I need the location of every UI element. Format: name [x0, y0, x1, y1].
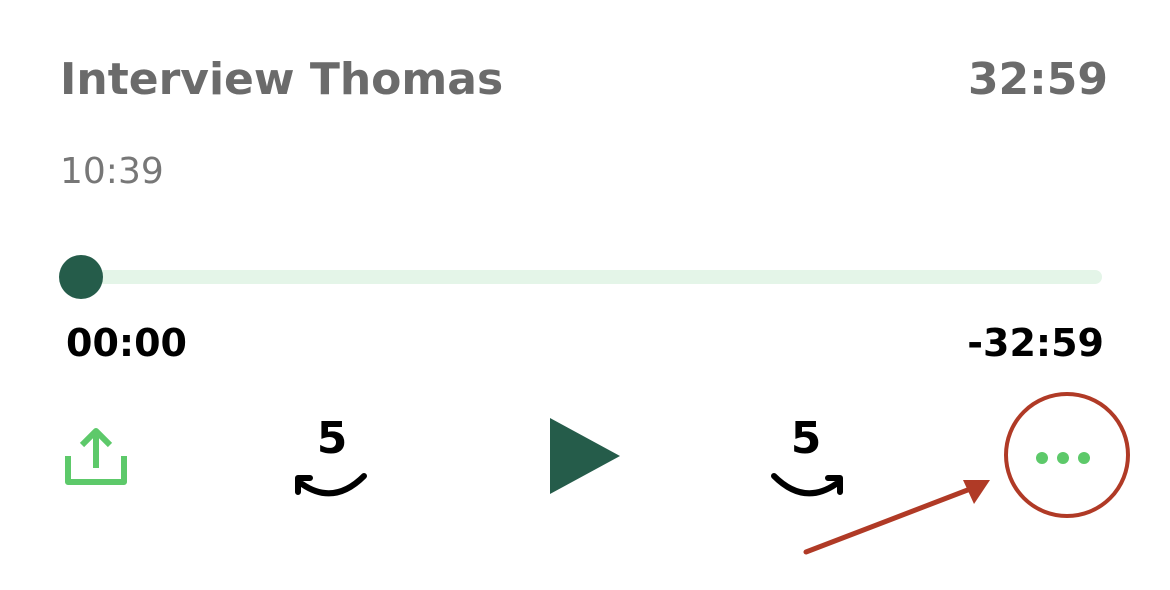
rewind-arrow-icon: [295, 473, 367, 497]
time-remaining: -32:59: [967, 321, 1104, 365]
share-icon: [65, 428, 127, 485]
more-dot: [1057, 452, 1069, 464]
skip-back-button[interactable]: 5: [290, 416, 374, 500]
progress-track[interactable]: [62, 270, 1102, 284]
annotation-arrow-icon: [803, 480, 990, 555]
recorded-time: 10:39: [60, 151, 164, 192]
play-icon: [550, 418, 620, 494]
time-elapsed: 00:00: [66, 321, 187, 365]
recording-title: Interview Thomas: [60, 54, 504, 105]
more-dot: [1078, 452, 1090, 464]
recording-duration: 32:59: [967, 54, 1108, 105]
more-icon: [1036, 452, 1090, 464]
more-dot: [1036, 452, 1048, 464]
play-button[interactable]: [548, 416, 622, 496]
progress-thumb[interactable]: [59, 255, 103, 299]
share-button[interactable]: [62, 426, 130, 488]
